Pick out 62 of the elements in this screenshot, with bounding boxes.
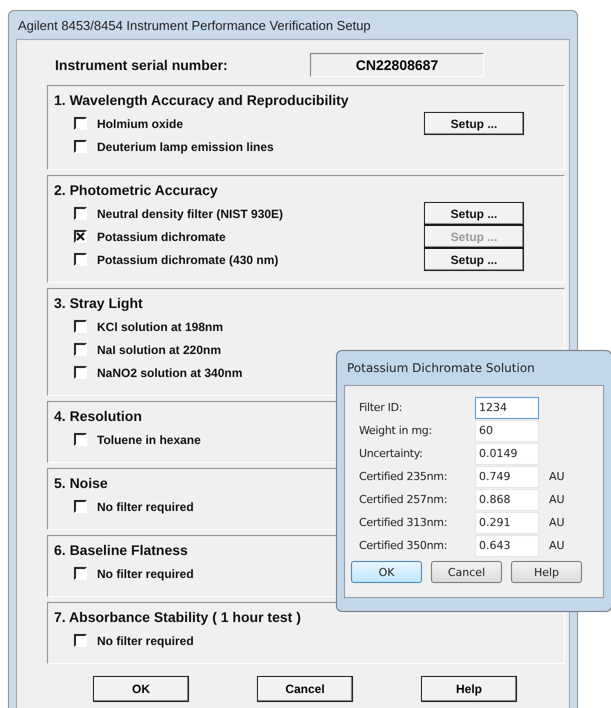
checkbox[interactable]	[74, 140, 87, 153]
dialog-button[interactable]: Cancel	[431, 561, 502, 583]
checkbox[interactable]	[74, 634, 87, 647]
checkbox-label: KCl solution at 198nm	[97, 320, 224, 334]
input-field[interactable]: 1234	[475, 396, 539, 418]
input-field[interactable]: 0.643	[475, 534, 539, 556]
field-label: Uncertainty:	[359, 447, 424, 460]
checkbox-label: NaNO2 solution at 340nm	[97, 366, 242, 380]
window-title: Agilent 8453/8454 Instrument Performance Verification Setup	[17, 16, 372, 35]
checkbox-label: No filter required	[97, 566, 194, 580]
checkbox[interactable]	[74, 253, 87, 266]
section-title: 1. Wavelength Accuracy and Reproducibility	[54, 92, 349, 108]
checkbox-label: Deuterium lamp emission lines	[97, 140, 274, 154]
unit-label: AU	[549, 493, 565, 506]
field-label: Certified 313nm:	[359, 516, 448, 529]
checkbox[interactable]	[74, 343, 87, 356]
field-label: Weight in mg:	[359, 424, 433, 437]
input-field[interactable]: 0.868	[475, 488, 539, 510]
input-field[interactable]: 0.291	[475, 512, 539, 534]
checkbox[interactable]	[74, 230, 87, 243]
dialog-button[interactable]: Cancel	[257, 676, 353, 702]
setup-button[interactable]: Setup ...	[424, 202, 524, 225]
field-label: Filter ID:	[359, 401, 404, 414]
checkbox[interactable]	[74, 320, 87, 333]
checkbox-label: No filter required	[97, 500, 194, 514]
serial-field: CN22808687	[310, 53, 484, 77]
serial-label: Instrument serial number:	[55, 57, 229, 73]
dialog-button[interactable]: Help	[421, 676, 517, 702]
section-title: 2. Photometric Accuracy	[54, 182, 218, 198]
dialog-button[interactable]: OK	[93, 676, 189, 702]
field-label: Certified 235nm:	[359, 470, 448, 483]
checkbox[interactable]	[74, 366, 87, 379]
checkbox[interactable]	[74, 117, 87, 130]
section-title: 4. Resolution	[54, 408, 142, 424]
field-label: Certified 257nm:	[359, 493, 448, 506]
input-field[interactable]: 0.0149	[475, 442, 539, 464]
unit-label: AU	[549, 539, 565, 552]
unit-label: AU	[549, 516, 565, 529]
dialog-button[interactable]: OK	[351, 561, 422, 583]
checkbox[interactable]	[74, 207, 87, 220]
unit-label: AU	[549, 470, 565, 483]
dialog-button[interactable]: Help	[511, 561, 582, 583]
checkbox-label: Neutral density filter (NIST 930E)	[97, 206, 284, 220]
checkbox-label: Potassium dichromate	[97, 230, 226, 244]
section-title: 5. Noise	[54, 475, 108, 491]
section-title: 3. Stray Light	[54, 295, 143, 311]
input-field[interactable]: 0.749	[475, 466, 539, 488]
section-title: 7. Absorbance Stability ( 1 hour test )	[54, 609, 301, 625]
setup-button[interactable]: Setup ...	[424, 248, 524, 271]
setup-button[interactable]: Setup ...	[424, 112, 524, 135]
checkbox-label: Potassium dichromate (430 nm)	[97, 252, 278, 266]
field-label: Certified 350nm:	[359, 539, 448, 552]
checkbox[interactable]	[74, 500, 87, 513]
popup-title: Potassium Dichromate Solution	[346, 360, 536, 377]
section-title: 6. Baseline Flatness	[54, 542, 188, 558]
checkbox-label: Toluene in hexane	[97, 432, 201, 446]
checkbox-label: Holmium oxide	[97, 116, 184, 130]
checkbox[interactable]	[74, 567, 87, 580]
input-field[interactable]: 60	[475, 420, 539, 442]
checkbox[interactable]	[74, 433, 87, 446]
checkbox-label: No filter required	[97, 634, 194, 648]
checkbox-label: NaI solution at 220nm	[97, 342, 222, 356]
